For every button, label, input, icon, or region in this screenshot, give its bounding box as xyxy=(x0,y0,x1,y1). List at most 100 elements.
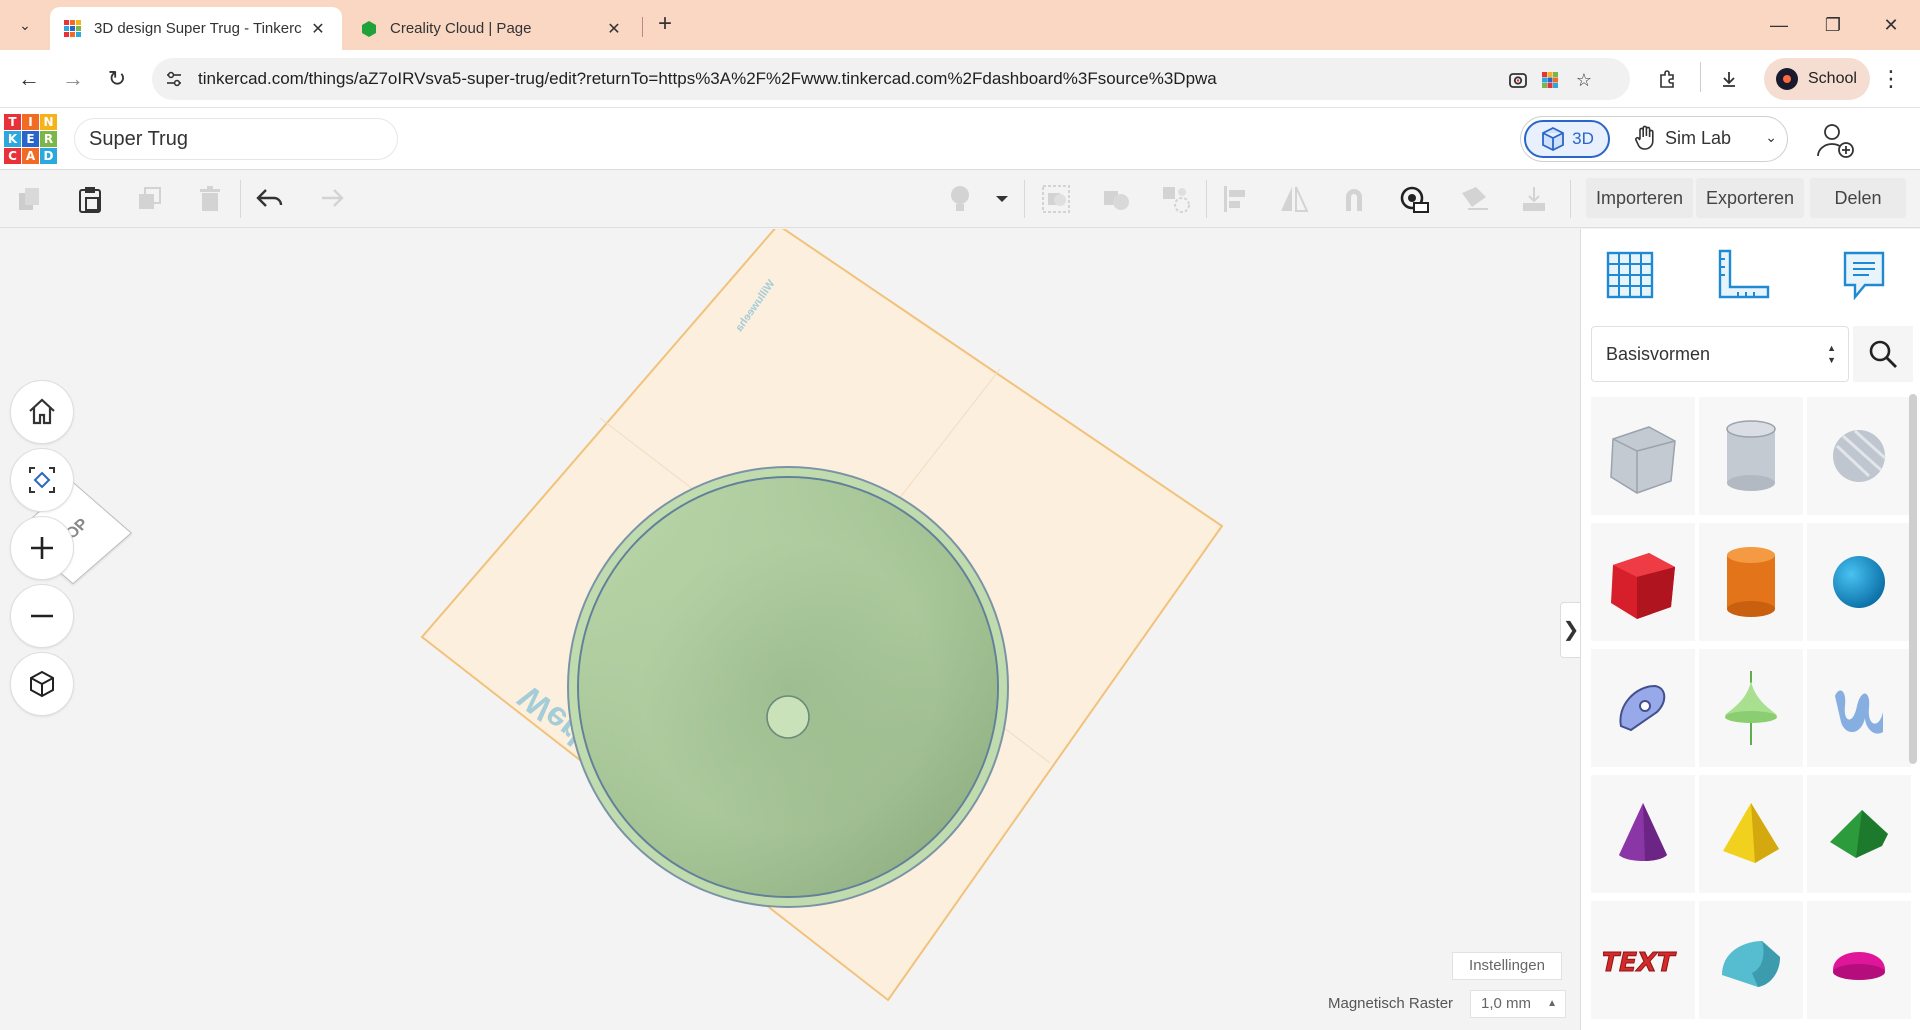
workplane-canvas[interactable]: Werkvlakken Willuweeha xyxy=(0,229,1580,1030)
projection-toggle-button[interactable] xyxy=(10,652,74,716)
blue-sphere-icon xyxy=(1833,556,1885,608)
import-button[interactable]: Importeren xyxy=(1586,178,1694,218)
shape-category-select[interactable]: Basisvormen ▲ ▼ xyxy=(1591,326,1849,382)
zoom-out-button[interactable] xyxy=(10,584,74,648)
logo-letter: I xyxy=(22,114,39,130)
mode-3d-button[interactable]: 3D xyxy=(1524,120,1610,158)
ruler-tool-button[interactable] xyxy=(1715,245,1773,305)
mirror-icon[interactable] xyxy=(1276,181,1312,217)
align-icon[interactable] xyxy=(1218,181,1254,217)
shape-box-hole[interactable] xyxy=(1591,397,1695,515)
orange-cylinder-icon xyxy=(1727,547,1775,617)
notes-tool-button[interactable] xyxy=(1835,245,1893,305)
shape-search-button[interactable] xyxy=(1853,326,1913,382)
tab-creality[interactable]: Creality Cloud | Page ✕ xyxy=(346,7,638,50)
drop-to-workplane-icon[interactable] xyxy=(1516,181,1552,217)
logo-letter: R xyxy=(40,131,57,147)
shape-cylinder[interactable] xyxy=(1699,523,1803,641)
shape-half-sphere[interactable] xyxy=(1807,901,1911,1019)
google-lens-icon[interactable] xyxy=(1506,68,1530,92)
extension-tinkercad-icon[interactable] xyxy=(1538,68,1562,92)
creality-favicon-icon xyxy=(360,20,378,38)
extensions-puzzle-icon[interactable] xyxy=(1650,62,1684,96)
toolbar-divider xyxy=(1700,62,1701,92)
roof-icon xyxy=(1830,810,1888,858)
striped-sphere-icon xyxy=(1833,429,1887,482)
shape-sphere[interactable] xyxy=(1807,523,1911,641)
copy-icon[interactable] xyxy=(12,181,48,217)
export-button[interactable]: Exporteren xyxy=(1696,178,1805,218)
tab-search-button[interactable]: ⌄ xyxy=(10,10,40,40)
collapse-panel-button[interactable]: ❯ xyxy=(1560,602,1580,658)
panel-scrollbar[interactable] xyxy=(1909,394,1917,764)
browser-menu-icon[interactable]: ⋮ xyxy=(1874,62,1908,96)
delete-icon[interactable] xyxy=(192,181,228,217)
shape-text[interactable]: TEXT xyxy=(1591,901,1695,1019)
tab-tinkercad[interactable]: 3D design Super Trug - Tinkercad ✕ xyxy=(50,7,342,50)
striped-box-icon xyxy=(1610,426,1676,494)
cruise-icon[interactable] xyxy=(1158,181,1194,217)
zoom-in-button[interactable] xyxy=(10,516,74,580)
sim-lab-button[interactable]: Sim Lab xyxy=(1633,125,1731,151)
half-sphere-icon xyxy=(1833,952,1885,980)
settings-button[interactable]: Instellingen xyxy=(1452,952,1562,980)
shape-scribble[interactable] xyxy=(1591,649,1695,767)
shape-pyramid[interactable] xyxy=(1699,775,1803,893)
ungroup-icon[interactable] xyxy=(1098,181,1134,217)
shape-paraboloid[interactable] xyxy=(1699,649,1803,767)
workplane-tool-button[interactable] xyxy=(1601,245,1659,305)
snap-grid-select[interactable]: 1,0 mm ▲ xyxy=(1470,990,1566,1018)
site-info-icon[interactable] xyxy=(164,69,184,89)
close-tab-icon[interactable]: ✕ xyxy=(604,19,624,39)
red-box-icon xyxy=(1611,553,1675,619)
minimize-icon[interactable]: — xyxy=(1752,0,1806,50)
3d-workspace[interactable]: Werkvlakken Willuweeha TOP ❯ Instellinge… xyxy=(0,229,1580,1030)
share-button[interactable]: Delen xyxy=(1810,178,1906,218)
half-cylinder-icon xyxy=(1722,941,1780,987)
shape-cylinder-hole[interactable] xyxy=(1699,397,1803,515)
fit-view-button[interactable] xyxy=(10,448,74,512)
logo-letter: E xyxy=(22,131,39,147)
scribble-icon xyxy=(1619,684,1666,732)
shape-roof[interactable] xyxy=(1807,775,1911,893)
shape-text-squiggle[interactable] xyxy=(1807,649,1911,767)
magnet-icon[interactable] xyxy=(1336,181,1372,217)
home-view-button[interactable] xyxy=(10,380,74,444)
text-shape-label: TEXT xyxy=(1603,948,1678,978)
cube-icon xyxy=(1542,126,1565,152)
group-icon[interactable] xyxy=(1038,181,1074,217)
chevron-down-icon[interactable]: ⌄ xyxy=(1765,129,1777,146)
edit-toolbar: Importeren Exporteren Delen xyxy=(0,170,1920,228)
close-window-icon[interactable]: ✕ xyxy=(1864,0,1918,50)
shape-box[interactable] xyxy=(1591,523,1695,641)
bookmark-star-icon[interactable]: ☆ xyxy=(1572,68,1596,92)
redo-icon[interactable] xyxy=(312,181,348,217)
reload-icon[interactable]: ↻ xyxy=(100,62,134,96)
download-icon[interactable] xyxy=(1712,62,1746,96)
design-title-input[interactable]: Super Trug xyxy=(74,118,398,160)
perspective-cube-icon xyxy=(30,670,54,698)
tab-title: Creality Cloud | Page xyxy=(390,20,532,37)
paste-icon[interactable] xyxy=(72,181,108,217)
profile-button[interactable]: School xyxy=(1764,58,1870,100)
ruler-view-icon[interactable] xyxy=(1396,181,1432,217)
updown-icon: ▲ ▼ xyxy=(1827,343,1836,365)
shape-cone[interactable] xyxy=(1591,775,1695,893)
close-tab-icon[interactable]: ✕ xyxy=(308,19,328,39)
undo-icon[interactable] xyxy=(252,181,288,217)
shape-half-cylinder[interactable] xyxy=(1699,901,1803,1019)
mode-3d-label: 3D xyxy=(1572,129,1594,148)
tinkercad-logo[interactable]: T I N K E R C A D xyxy=(4,114,58,166)
add-user-icon[interactable] xyxy=(1812,120,1856,160)
address-bar[interactable]: tinkercad.com/things/aZ7oIRVsva5-super-t… xyxy=(152,58,1630,100)
trug-object[interactable] xyxy=(567,466,1009,908)
back-icon[interactable]: ← xyxy=(12,62,46,96)
shape-sphere-hole[interactable] xyxy=(1807,397,1911,515)
notes-icon[interactable] xyxy=(1456,181,1492,217)
restore-icon[interactable]: ❐ xyxy=(1806,0,1860,50)
light-bulb-icon[interactable] xyxy=(942,181,978,217)
duplicate-icon[interactable] xyxy=(132,181,168,217)
forward-icon[interactable]: → xyxy=(56,62,90,96)
new-tab-button[interactable]: + xyxy=(650,10,680,40)
chevron-down-icon[interactable] xyxy=(990,181,1014,217)
